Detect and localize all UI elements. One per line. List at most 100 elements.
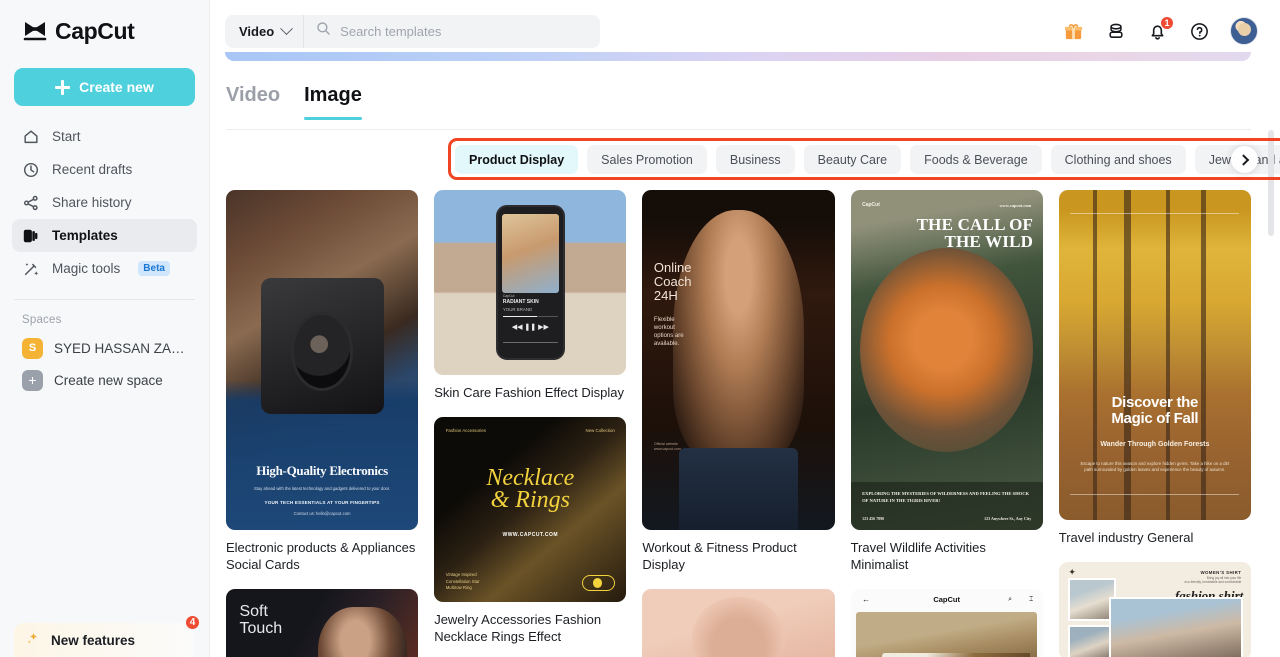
thumb-kicker: WOMEN'S SHIRT: [1200, 569, 1242, 575]
template-thumbnail: High-Quality Electronics Stay ahead with…: [226, 190, 419, 530]
sidebar-item-share-history[interactable]: Share history: [12, 186, 197, 219]
template-card[interactable]: ✦ WOMEN'S SHIRT Bring joy all into your …: [1058, 562, 1251, 657]
thumb-footer: Official website www.capcut.com: [653, 441, 681, 451]
space-label: Create new space: [54, 372, 163, 388]
thumb-body: EXPLORING THE MYSTERIES OF WILDERNESS AN…: [862, 491, 1030, 503]
search-field: [304, 21, 600, 41]
template-card[interactable]: High-Quality Electronics Stay ahead with…: [226, 190, 419, 573]
template-title: Jewelry Accessories Fashion Necklace Rin…: [434, 612, 602, 645]
phone-mockup: CapCut RADIANT SKIN YOUR BRAND ◀◀ ❚❚ ▶▶: [495, 204, 565, 361]
tab-video[interactable]: Video: [226, 84, 280, 120]
thumb-brand: CapCut: [862, 201, 880, 208]
thumb-address: 123 Anywhere St., Any City: [984, 516, 1032, 522]
thumb-url: WWW.CAPCUT.COM: [502, 531, 559, 538]
thumb-sub3: Contact us: hello@capcut.com: [293, 511, 351, 517]
promo-banner[interactable]: [225, 52, 1251, 61]
template-card[interactable]: Online Coach 24H Flexible workout option…: [642, 190, 835, 573]
capcut-app: CapCut Create new Start Recent drafts Sh…: [0, 0, 1280, 657]
create-new-space-button[interactable]: + Create new space: [12, 364, 197, 396]
vertical-scrollbar[interactable]: [1268, 130, 1274, 236]
template-card[interactable]: CapCut RADIANT SKIN YOUR BRAND ◀◀ ❚❚ ▶▶ …: [434, 190, 627, 401]
thumb-phone: 123 456 7890: [862, 516, 885, 522]
thumb-track: RADIANT SKIN: [502, 299, 539, 306]
topbar-icons: 1: [1062, 15, 1262, 45]
template-card[interactable]: ← CapCut ⌕ ⌶: [850, 589, 1043, 657]
thumb-headline: THE CALL OF THE WILD: [916, 214, 1034, 251]
template-thumbnail: CapCut RADIANT SKIN YOUR BRAND ◀◀ ❚❚ ▶▶: [434, 190, 627, 375]
new-features-label: New features: [51, 632, 136, 648]
category-chips: Product Display Sales Promotion Business…: [455, 145, 1280, 174]
chip-clothing-and-shoes[interactable]: Clothing and shoes: [1050, 145, 1186, 174]
thumb-sub: Flexible workout options are available.: [653, 316, 684, 348]
sparkle-icon: [26, 631, 41, 649]
product-photo: [856, 612, 1037, 657]
template-title: Travel Wildlife Activities Minimalist: [850, 540, 986, 573]
plus-icon: [55, 79, 71, 95]
search-input[interactable]: [340, 23, 588, 39]
chip-sales-promotion[interactable]: Sales Promotion: [587, 145, 707, 174]
chip-business[interactable]: Business: [715, 145, 795, 174]
template-thumbnail: [642, 589, 835, 657]
create-new-button[interactable]: Create new: [14, 68, 195, 106]
thumb-headline: Soft Touch: [239, 603, 283, 638]
thumb-sub: Wander Through Golden Forests: [1100, 440, 1210, 448]
tabs-divider: [226, 129, 1251, 130]
sidebar-item-templates[interactable]: Templates: [12, 219, 197, 252]
sidebar-item-start[interactable]: Start: [12, 120, 197, 153]
thumb-band: [850, 482, 1043, 530]
space-avatar: S: [22, 337, 43, 359]
thumb-brand: CapCut: [933, 595, 960, 605]
space-item-personal[interactable]: S SYED HASSAN ZAM…: [12, 332, 197, 364]
divider-line: [1070, 493, 1240, 495]
template-card[interactable]: Discover the Magic of Fall Wander Throug…: [1058, 190, 1251, 546]
thumb-kicker-right: New Collection: [585, 428, 615, 434]
thumb-headline: Discover the Magic of Fall: [1111, 393, 1199, 427]
new-features-badge: 4: [184, 614, 201, 631]
sidebar-item-label: Magic tools: [52, 261, 121, 276]
tab-image[interactable]: Image: [304, 84, 362, 120]
tiger-shape: [860, 247, 1034, 452]
template-card[interactable]: Fashion Accessories New Collection Neckl…: [434, 417, 627, 645]
search-icon: ⌕: [1008, 595, 1012, 603]
template-title: Skin Care Fashion Effect Display: [434, 385, 624, 400]
portrait-shape: [318, 606, 407, 657]
gift-icon[interactable]: [1062, 20, 1085, 43]
sidebar-item-magic-tools[interactable]: Magic tools Beta: [12, 252, 197, 285]
search-bar: Video: [225, 14, 600, 48]
divider-line: [1070, 213, 1240, 215]
template-thumbnail: Discover the Magic of Fall Wander Throug…: [1058, 190, 1251, 520]
help-icon[interactable]: [1188, 20, 1211, 43]
template-card[interactable]: Soft Touch: [226, 589, 419, 657]
chips-scroll-right-button[interactable]: [1231, 146, 1258, 173]
template-title: Travel industry General: [1058, 530, 1194, 545]
notification-badge: 1: [1160, 15, 1174, 30]
template-card[interactable]: [642, 589, 835, 657]
sidebar-item-label: Share history: [52, 195, 132, 210]
coins-icon[interactable]: [1104, 20, 1127, 43]
template-card[interactable]: CapCut www.capcut.com THE CALL OF THE WI…: [850, 190, 1043, 573]
thumb-headline: Online Coach 24H: [653, 260, 692, 304]
thumb-body: Escape to nature this season and explore…: [1080, 460, 1230, 473]
chevron-down-icon: [280, 21, 294, 35]
shorts-shape: [678, 448, 799, 530]
chip-foods-beverage[interactable]: Foods & Beverage: [910, 145, 1042, 174]
content-type-select[interactable]: Video: [225, 14, 305, 48]
bell-icon[interactable]: 1: [1146, 15, 1174, 43]
thumb-footer: Vintage Inspired Constellation Star Mult…: [445, 572, 480, 590]
capcut-logo-icon: [22, 19, 48, 43]
star-icon: ✦: [1068, 567, 1076, 578]
thumb-sub2: YOUR TECH ESSENTIALS AT YOUR FINGERTIPS: [264, 499, 380, 505]
chip-product-display[interactable]: Product Display: [455, 145, 579, 174]
chevron-right-icon: [1237, 153, 1249, 166]
content-type-value: Video: [239, 23, 275, 39]
thumb-kicker-left: Fashion Accessories: [445, 428, 486, 434]
user-avatar[interactable]: [1230, 17, 1258, 45]
template-title: Electronic products & Appliances Social …: [226, 540, 416, 573]
thumb-headline: Necklace & Rings: [434, 466, 626, 512]
sidebar-item-recent-drafts[interactable]: Recent drafts: [12, 153, 197, 186]
chip-beauty-care[interactable]: Beauty Care: [803, 145, 902, 174]
brand-logo[interactable]: CapCut: [0, 0, 209, 62]
new-features-button[interactable]: New features 4: [14, 614, 201, 657]
templates-icon: [22, 227, 40, 245]
